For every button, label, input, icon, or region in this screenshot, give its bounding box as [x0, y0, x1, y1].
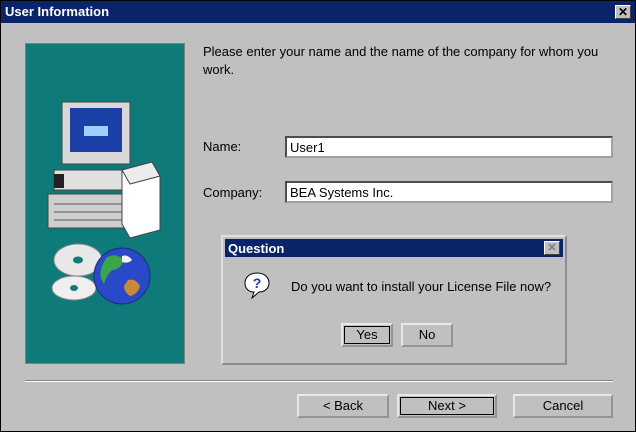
- installer-window: User Information ✕ Please enter your nam…: [0, 0, 636, 432]
- yes-button[interactable]: Yes: [341, 323, 393, 347]
- title-bar: User Information ✕: [1, 1, 635, 23]
- dialog-message: Do you want to install your License File…: [291, 279, 552, 294]
- computer-illustration: [47, 101, 161, 305]
- question-dialog: Question ✕ ? Do you want to install your…: [221, 235, 567, 365]
- globe-illustration: [93, 247, 151, 305]
- cancel-button[interactable]: Cancel: [513, 394, 613, 418]
- setup-illustration: [25, 43, 185, 364]
- company-field[interactable]: BEA Systems Inc.: [285, 181, 613, 203]
- dialog-title-bar: Question ✕: [225, 239, 563, 257]
- close-icon[interactable]: ✕: [544, 241, 560, 255]
- close-icon[interactable]: ✕: [615, 5, 631, 19]
- name-field[interactable]: User1: [285, 136, 613, 158]
- svg-text:?: ?: [253, 275, 262, 291]
- divider: [25, 380, 613, 382]
- name-label: Name:: [203, 139, 242, 154]
- next-button[interactable]: Next >: [397, 394, 497, 418]
- company-label: Company:: [203, 185, 263, 200]
- question-icon: ?: [244, 272, 270, 299]
- window-title: User Information: [5, 4, 110, 19]
- no-button[interactable]: No: [401, 323, 453, 347]
- dialog-title: Question: [228, 241, 285, 256]
- back-button[interactable]: < Back: [297, 394, 389, 418]
- intro-text: Please enter your name and the name of t…: [203, 44, 599, 77]
